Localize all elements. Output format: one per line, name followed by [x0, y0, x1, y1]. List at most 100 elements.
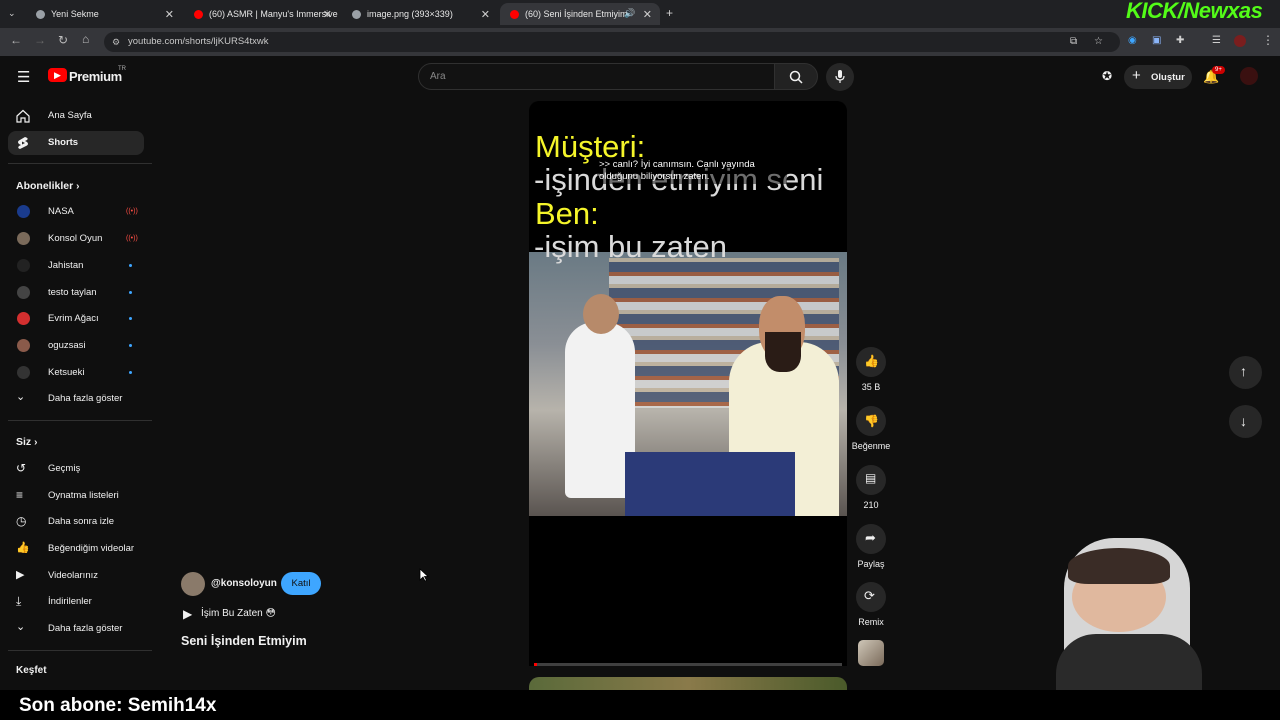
channel-handle[interactable]: @konsoloyun: [211, 578, 277, 589]
join-button[interactable]: Katıl: [281, 572, 321, 595]
home-button-icon[interactable]: ⌂: [82, 32, 89, 46]
dislike-button[interactable]: 👎: [856, 406, 886, 436]
sidebar-item-playlists[interactable]: ≡ Oynatma listeleri: [8, 484, 144, 508]
sidebar-item-watch-later[interactable]: ◷ Daha sonra izle: [8, 510, 144, 534]
extension-icon[interactable]: ◉: [1128, 35, 1137, 46]
translate-icon[interactable]: ▣: [1152, 35, 1161, 46]
create-button[interactable]: + Oluştur: [1124, 65, 1192, 89]
tab-asmr[interactable]: (60) ASMR | Manyu's Immersive ✕: [184, 3, 340, 25]
sidebar-item-label: oguzsasi: [48, 340, 86, 351]
close-icon[interactable]: ✕: [165, 8, 174, 21]
play-glyph-icon: ▶: [54, 70, 61, 80]
media-control-icon[interactable]: ☰: [1212, 35, 1221, 46]
sidebar-item-konsol-oyun[interactable]: Konsol Oyun ((•)): [8, 227, 144, 251]
tab-image[interactable]: image.png (393×339) ✕: [342, 3, 498, 25]
video-frame: [529, 252, 847, 516]
close-icon[interactable]: ✕: [323, 8, 332, 21]
sidebar-item-liked[interactable]: 👍 Beğendiğim videolar: [8, 537, 144, 561]
you-heading[interactable]: Siz ›: [16, 436, 37, 448]
sidebar-item-shorts[interactable]: Shorts: [8, 131, 144, 155]
sidebar-item-history[interactable]: ↺ Geçmiş: [8, 457, 144, 481]
sidebar-item-you-more[interactable]: ⌄ Daha fazla göster: [8, 617, 144, 641]
sidebar: Ana Sayfa Shorts Abonelikler › NASA ((•)…: [0, 100, 153, 690]
tab-title: (60) Seni İşinden Etmiyim -: [525, 9, 634, 19]
like-button[interactable]: 👍: [856, 347, 886, 377]
beard-image: [765, 332, 801, 372]
sidebar-item-home[interactable]: Ana Sayfa: [8, 104, 144, 128]
remix-button[interactable]: ⟳: [856, 582, 886, 612]
sound-thumbnail[interactable]: [858, 640, 884, 666]
profile-avatar[interactable]: [1234, 35, 1246, 47]
arrow-down-icon: ↓: [1240, 413, 1247, 429]
reload-icon[interactable]: ↻: [58, 33, 68, 47]
sidebar-item-label: Shorts: [48, 137, 79, 148]
divider: [8, 650, 152, 651]
shorts-icon: [18, 137, 28, 149]
subscriptions-heading[interactable]: Abonelikler ›: [16, 180, 79, 192]
sidebar-item-label: testo taylan: [48, 287, 97, 298]
next-short-preview[interactable]: [529, 677, 847, 690]
tab-new[interactable]: Yeni Sekme ✕: [26, 3, 182, 25]
account-avatar[interactable]: [1240, 67, 1258, 85]
streamer-shirt-image: [1056, 634, 1202, 690]
explore-heading: Keşfet: [16, 665, 47, 676]
sidebar-item-ketsueki[interactable]: Ketsueki: [8, 361, 144, 385]
thumbs-down-icon: 👎: [864, 414, 879, 428]
kebab-menu-icon[interactable]: ⋮: [1262, 33, 1274, 47]
close-icon[interactable]: ✕: [643, 8, 652, 21]
tab-shorts-active[interactable]: (60) Seni İşinden Etmiyim - 🔊 ✕: [500, 3, 660, 25]
url-bar[interactable]: ⚙ youtube.com/shorts/ljKURS4txwk ⧉ ☆: [104, 32, 1120, 52]
share-button[interactable]: ➦: [856, 524, 886, 554]
sidebar-item-label: Videolarınız: [48, 570, 98, 581]
channel-avatar: [17, 312, 30, 325]
search-icon: [789, 70, 803, 84]
youtube-logo-icon[interactable]: ▶: [48, 68, 67, 82]
history-icon: ↺: [16, 461, 27, 475]
sidebar-item-evrim-agaci[interactable]: Evrim Ağacı: [8, 307, 144, 331]
install-icon[interactable]: ⧉: [1070, 32, 1077, 52]
sidebar-item-oguzsasi[interactable]: oguzsasi: [8, 334, 144, 358]
webcam-overlay: [1046, 536, 1246, 690]
youtube-favicon-icon: [510, 9, 519, 19]
thumbs-up-icon: 👍: [864, 354, 879, 368]
sidebar-item-testo-taylan[interactable]: testo taylan: [8, 281, 144, 305]
divider: [8, 163, 152, 164]
sound-play-icon[interactable]: ▶: [183, 607, 192, 621]
hamburger-menu-icon[interactable]: ☰: [17, 68, 30, 86]
speaker-icon[interactable]: 🔊: [624, 8, 635, 19]
search-input[interactable]: Ara: [418, 63, 775, 90]
sidebar-item-your-videos[interactable]: ▶ Videolarınız: [8, 564, 144, 588]
gaming-icon[interactable]: ✪: [1102, 69, 1112, 83]
share-label: Paylaş: [857, 559, 885, 569]
comments-button[interactable]: ▤: [856, 465, 886, 495]
browser-toolbar: ← → ↻ ⌂ ⚙ youtube.com/shorts/ljKURS4txwk…: [0, 28, 1280, 56]
shorts-player[interactable]: Müşteri: -işinden etmiyim seni Ben: -işi…: [529, 101, 847, 666]
subscriptions-title: Abonelikler: [16, 180, 74, 192]
new-content-dot: [129, 344, 132, 347]
comment-count: 210: [863, 500, 879, 510]
new-tab-button[interactable]: +: [666, 6, 673, 20]
sidebar-item-downloads[interactable]: ⤓ İndirilenler: [8, 590, 144, 614]
site-info-icon[interactable]: ⚙: [112, 32, 120, 52]
sound-title[interactable]: İşim Bu Zaten 😳: [201, 608, 276, 619]
next-short-button[interactable]: ↓: [1229, 405, 1262, 438]
browser-tabbar: ⌄ Yeni Sekme ✕ (60) ASMR | Manyu's Immer…: [0, 0, 1280, 28]
channel-avatar: [17, 286, 30, 299]
bookmark-star-icon[interactable]: ☆: [1094, 32, 1103, 52]
sidebar-item-jahistan[interactable]: Jahistan: [8, 254, 144, 278]
you-title: Siz: [16, 436, 32, 448]
previous-short-button[interactable]: ↑: [1229, 356, 1262, 389]
forward-icon[interactable]: →: [34, 33, 46, 47]
close-icon[interactable]: ✕: [481, 8, 490, 21]
sidebar-item-nasa[interactable]: NASA ((•)): [8, 200, 144, 224]
back-icon[interactable]: ←: [10, 33, 22, 47]
tab-menu-icon[interactable]: ⌄: [8, 8, 16, 19]
region-code: TR: [118, 66, 126, 72]
channel-avatar[interactable]: [181, 572, 205, 596]
search-button[interactable]: [774, 63, 818, 90]
sidebar-item-subs-more[interactable]: ⌄ Daha fazla göster: [8, 387, 144, 411]
video-progress-bar[interactable]: [534, 663, 842, 666]
youtube-logo-text[interactable]: Premium: [69, 69, 122, 84]
voice-search-button[interactable]: [826, 63, 854, 91]
extensions-puzzle-icon[interactable]: ✚: [1176, 35, 1184, 46]
